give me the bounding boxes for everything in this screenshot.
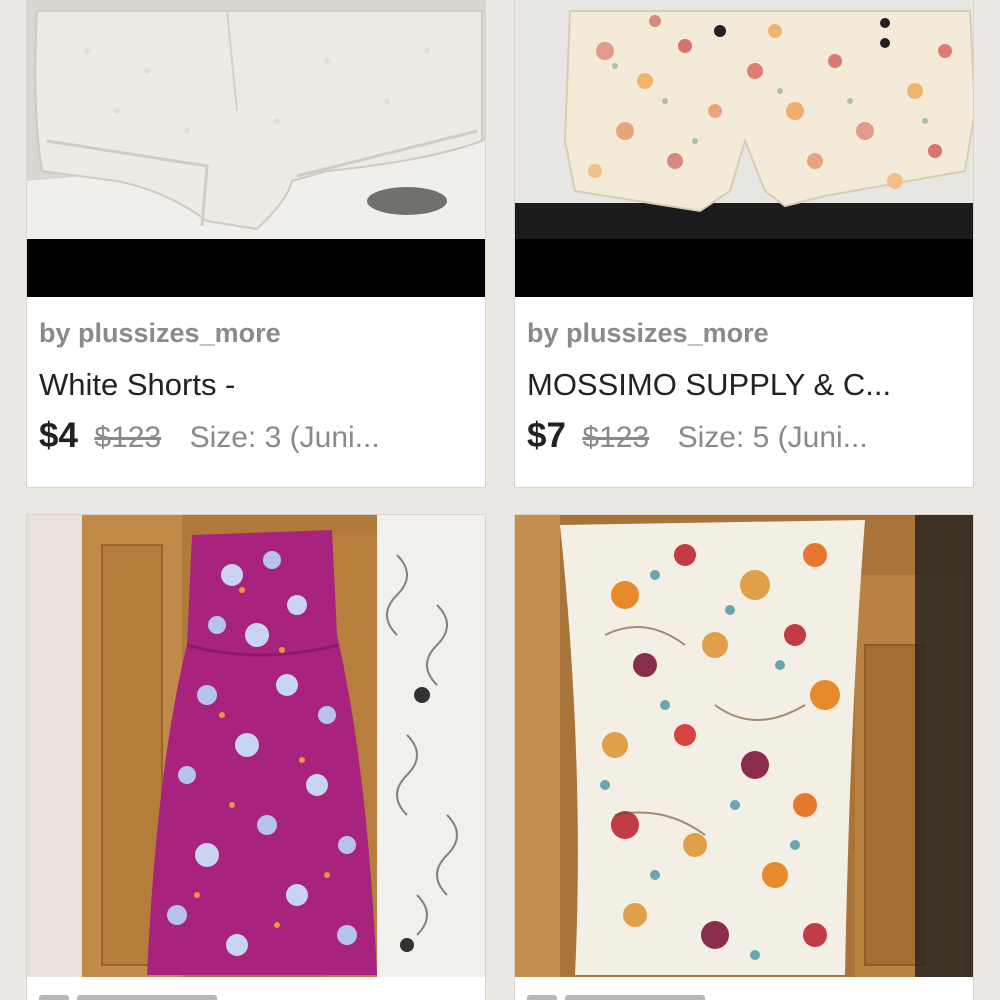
listing-photo[interactable] bbox=[515, 515, 973, 977]
size-label: Size: 5 (Juni... bbox=[677, 421, 868, 454]
listing-card[interactable]: by plussizes_more White Shorts - $4 $123… bbox=[26, 0, 486, 488]
white-shorts-photo bbox=[27, 0, 485, 297]
price: $4 bbox=[39, 416, 78, 455]
seller-name[interactable]: by plussizes_more bbox=[39, 315, 473, 355]
seller-name-peek bbox=[527, 990, 727, 1000]
size-label: Size: 3 (Juni... bbox=[189, 421, 380, 454]
listing-title[interactable]: MOSSIMO SUPPLY & C... bbox=[527, 365, 961, 405]
listing-card[interactable] bbox=[514, 514, 974, 1000]
listing-photo[interactable] bbox=[27, 0, 485, 297]
listing-card[interactable] bbox=[26, 514, 486, 1000]
seller-name[interactable]: by plussizes_more bbox=[527, 315, 961, 355]
floral-strapless-dress-photo bbox=[515, 515, 973, 977]
listing-card[interactable]: by plussizes_more MOSSIMO SUPPLY & C... … bbox=[514, 0, 974, 488]
listing-photo[interactable] bbox=[27, 515, 485, 977]
floral-shorts-photo bbox=[515, 0, 973, 297]
original-price: $123 bbox=[94, 421, 162, 454]
price-row: $4 $123 Size: 3 (Juni... bbox=[39, 415, 473, 464]
listing-title[interactable]: White Shorts - bbox=[39, 365, 473, 405]
price-row: $7 $123 Size: 5 (Juni... bbox=[527, 415, 961, 464]
seller-name-peek bbox=[39, 990, 239, 1000]
magenta-floral-dress-photo bbox=[27, 515, 485, 977]
listing-grid: by plussizes_more White Shorts - $4 $123… bbox=[0, 0, 1000, 1000]
price: $7 bbox=[527, 416, 566, 455]
original-price: $123 bbox=[582, 421, 650, 454]
listing-photo[interactable] bbox=[515, 0, 973, 297]
